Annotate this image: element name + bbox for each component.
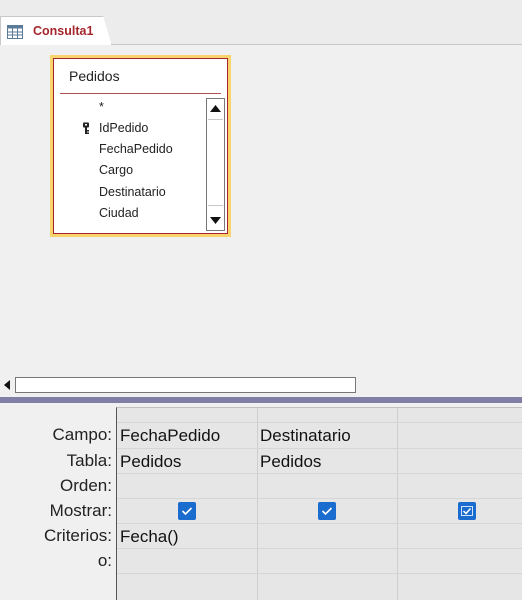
table-field-list-frame: Pedidos * IdPedido FechaPedido Cargo Des…	[53, 58, 228, 234]
row-divider	[117, 548, 522, 549]
field-label: IdPedido	[99, 121, 149, 135]
checkmark-icon	[181, 507, 193, 516]
row-divider	[117, 573, 522, 574]
field-item-cargo[interactable]: Cargo	[62, 160, 204, 181]
primary-key-icon	[82, 122, 90, 135]
scroll-down-button[interactable]	[208, 212, 223, 229]
scroll-up-button[interactable]	[208, 100, 223, 117]
column-divider	[397, 408, 398, 600]
table-field-list-pedidos[interactable]: Pedidos * IdPedido FechaPedido Cargo Des…	[50, 55, 231, 237]
scroll-left-button[interactable]	[1, 377, 14, 393]
tab-label: Consulta1	[33, 24, 94, 38]
field-item-destinatario[interactable]: Destinatario	[62, 182, 204, 203]
field-label: FechaPedido	[99, 142, 173, 156]
row-label-tabla: Tabla:	[66, 451, 112, 470]
tab-consulta1[interactable]: Consulta1	[0, 16, 112, 46]
cell-tabla-2[interactable]: Pedidos	[260, 452, 321, 472]
cell-campo-1[interactable]: FechaPedido	[120, 426, 220, 446]
field-item-fechapedido[interactable]: FechaPedido	[62, 139, 204, 160]
field-list-scrollbar[interactable]	[206, 98, 225, 231]
row-divider	[117, 498, 522, 499]
checkmark-icon	[321, 507, 333, 516]
query-design-grid[interactable]: FechaPedido Pedidos Fecha() Destinatario…	[116, 407, 522, 600]
title-divider	[60, 93, 221, 94]
field-item-ciudad[interactable]: Ciudad	[62, 203, 204, 224]
design-pane-horizontal-scrollbar[interactable]	[0, 375, 522, 395]
row-divider	[117, 523, 522, 524]
field-item-idpedido[interactable]: IdPedido	[62, 118, 204, 139]
field-label: *	[99, 100, 104, 114]
query-design-icon	[7, 25, 23, 39]
query-design-pane[interactable]: Pedidos * IdPedido FechaPedido Cargo Des…	[0, 45, 522, 376]
triangle-left-icon	[4, 380, 10, 390]
row-label-mostrar: Mostrar:	[49, 501, 112, 520]
field-label: Destinatario	[99, 185, 166, 199]
show-checkbox-2[interactable]	[318, 502, 336, 520]
checkmark-icon	[461, 506, 473, 516]
show-checkbox-1[interactable]	[178, 502, 196, 520]
row-divider	[117, 448, 522, 449]
cell-campo-2[interactable]: Destinatario	[260, 426, 351, 446]
field-label: Cargo	[99, 163, 134, 177]
row-label-o: o:	[97, 551, 112, 570]
table-title[interactable]: Pedidos	[69, 68, 120, 84]
scroll-track[interactable]	[15, 377, 356, 393]
field-list[interactable]: * IdPedido FechaPedido Cargo Destinatari…	[62, 97, 204, 231]
row-label-orden: Orden:	[60, 476, 112, 495]
row-label-campo: Campo:	[52, 425, 112, 444]
document-tab-strip: Consulta1	[0, 0, 522, 46]
scroll-thumb[interactable]	[208, 119, 223, 206]
column-divider	[257, 408, 258, 600]
query-grid-pane: Campo: Tabla: Orden: Mostrar: Criterios:…	[0, 403, 522, 600]
row-label-criterios: Criterios:	[43, 526, 112, 545]
show-checkbox-3[interactable]	[458, 502, 476, 520]
row-divider	[117, 473, 522, 474]
field-label: Ciudad	[99, 206, 139, 220]
triangle-up-icon	[210, 105, 221, 112]
triangle-down-icon	[210, 217, 221, 224]
cell-criterios-1[interactable]: Fecha()	[120, 527, 179, 547]
row-divider	[117, 422, 522, 423]
field-item-all[interactable]: *	[62, 97, 204, 118]
cell-tabla-1[interactable]: Pedidos	[120, 452, 181, 472]
